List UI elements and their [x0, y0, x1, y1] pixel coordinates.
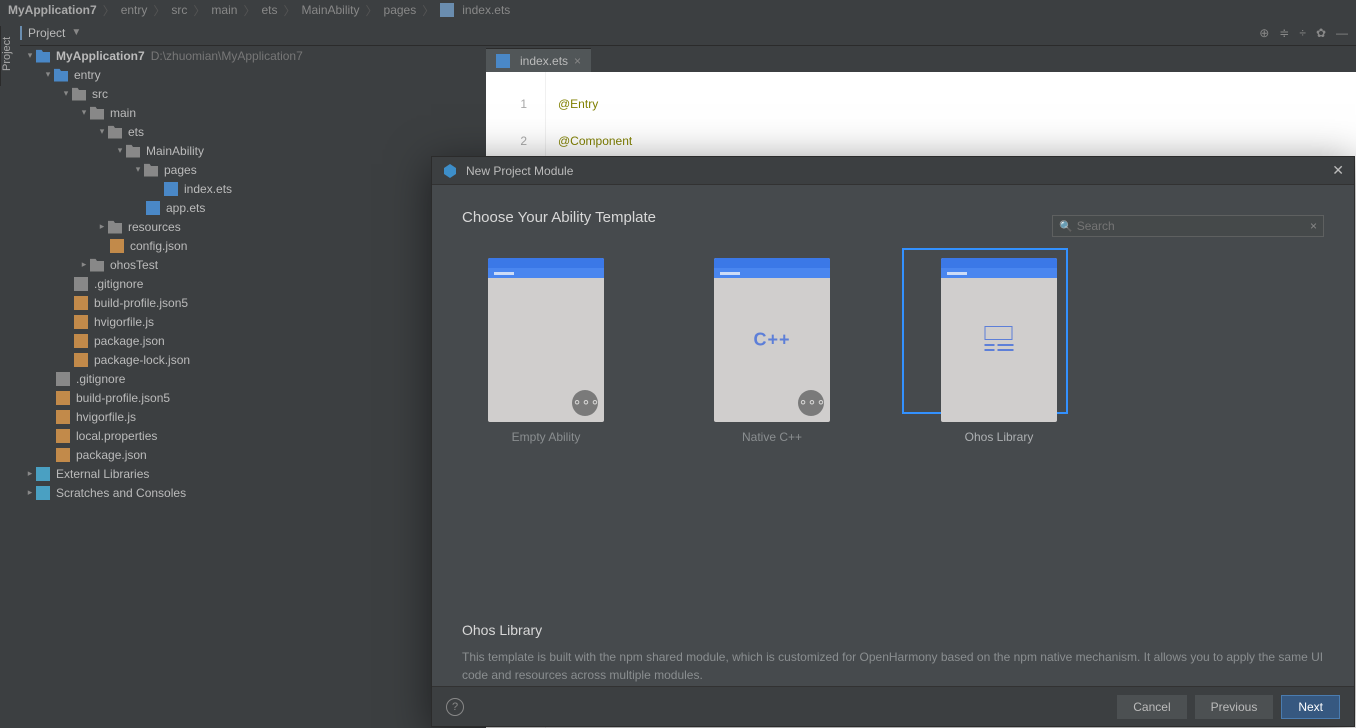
template-label: Empty Ability	[488, 430, 604, 444]
tree-item[interactable]: ▾ets	[20, 122, 486, 141]
description-title: Ohos Library	[462, 622, 1324, 638]
crumb[interactable]: main	[211, 3, 237, 17]
project-toolbar: Project ▼ ⊕ ≑ ÷ ✿ —	[0, 20, 1356, 46]
template-search[interactable]: 🔍 ×	[1052, 215, 1324, 237]
search-icon: 🔍	[1059, 220, 1073, 233]
tab-label: index.ets	[520, 54, 568, 68]
dialog-titlebar[interactable]: New Project Module ✕	[432, 157, 1354, 185]
tree-file[interactable]: app.ets	[20, 198, 486, 217]
tree-file[interactable]: index.ets	[20, 179, 486, 198]
tree-file[interactable]: package.json	[20, 445, 486, 464]
clear-icon[interactable]: ×	[1310, 219, 1317, 233]
hide-icon[interactable]: —	[1336, 26, 1348, 40]
crumb[interactable]: src	[171, 3, 187, 17]
breadcrumb: MyApplication7〉 entry〉 src〉 main〉 ets〉 M…	[0, 0, 1356, 20]
tree-file[interactable]: local.properties	[20, 426, 486, 445]
description-text: This template is built with the npm shar…	[462, 648, 1324, 684]
ability-badge-icon: ⚬⚬⚬	[572, 390, 598, 416]
tree-item[interactable]: ▾MainAbility	[20, 141, 486, 160]
ability-badge-icon: ⚬⚬⚬	[798, 390, 824, 416]
tree-item[interactable]: ▸ohosTest	[20, 255, 486, 274]
tree-file[interactable]: package.json	[20, 331, 486, 350]
crumb[interactable]: ets	[261, 3, 277, 17]
tree-root[interactable]: ▾MyApplication7D:\zhuomian\MyApplication…	[20, 46, 486, 65]
gear-icon[interactable]: ✿	[1316, 26, 1326, 40]
tree-file[interactable]: hvigorfile.js	[20, 407, 486, 426]
tree-item[interactable]: ▸resources	[20, 217, 486, 236]
project-tree[interactable]: ▾MyApplication7D:\zhuomian\MyApplication…	[20, 46, 486, 728]
previous-button[interactable]: Previous	[1195, 695, 1274, 719]
template-ohos-library[interactable]: Ohos Library	[916, 258, 1082, 444]
editor-tab-index[interactable]: index.ets ×	[486, 48, 591, 72]
dialog-footer: ? Cancel Previous Next	[432, 686, 1354, 726]
project-dropdown[interactable]: Project	[28, 26, 65, 40]
tree-item[interactable]: ▾main	[20, 103, 486, 122]
crumb[interactable]: entry	[121, 3, 148, 17]
tree-file[interactable]: .gitignore	[20, 369, 486, 388]
help-icon[interactable]: ?	[446, 698, 464, 716]
expand-icon[interactable]: ≑	[1279, 26, 1289, 40]
collapse-icon[interactable]: ÷	[1299, 26, 1306, 40]
tree-external[interactable]: ▸External Libraries	[20, 464, 486, 483]
project-tool-tab[interactable]: Project	[0, 26, 20, 86]
tree-item[interactable]: ▾entry	[20, 65, 486, 84]
new-module-dialog: New Project Module ✕ Choose Your Ability…	[431, 156, 1355, 727]
tree-scratches[interactable]: ▸Scratches and Consoles	[20, 483, 486, 502]
tree-file[interactable]: package-lock.json	[20, 350, 486, 369]
template-label: Ohos Library	[916, 430, 1082, 444]
template-native-cpp[interactable]: C++ ⚬⚬⚬ Native C++	[714, 258, 830, 444]
chevron-down-icon[interactable]: ▼	[71, 27, 81, 38]
cancel-button[interactable]: Cancel	[1117, 695, 1186, 719]
tree-file[interactable]: build-profile.json5	[20, 293, 486, 312]
crumb-file[interactable]: index.ets	[462, 3, 510, 17]
library-icon	[985, 326, 1014, 354]
close-icon[interactable]: ×	[574, 54, 581, 68]
editor-tabs: index.ets ×	[486, 46, 1356, 72]
dialog-title: New Project Module	[466, 164, 1332, 178]
search-input[interactable]	[1077, 219, 1310, 233]
crumb-root[interactable]: MyApplication7	[8, 3, 97, 17]
crumb[interactable]: MainAbility	[301, 3, 359, 17]
tree-file[interactable]: build-profile.json5	[20, 388, 486, 407]
template-empty-ability[interactable]: ⚬⚬⚬ Empty Ability	[488, 258, 604, 444]
cpp-icon: C++	[753, 330, 790, 351]
next-button[interactable]: Next	[1281, 695, 1340, 719]
target-icon[interactable]: ⊕	[1259, 26, 1269, 40]
file-icon	[440, 3, 454, 17]
tree-file[interactable]: .gitignore	[20, 274, 486, 293]
close-icon[interactable]: ✕	[1332, 162, 1344, 179]
template-label: Native C++	[714, 430, 830, 444]
app-icon	[442, 163, 458, 179]
tree-file[interactable]: hvigorfile.js	[20, 312, 486, 331]
tree-file[interactable]: config.json	[20, 236, 486, 255]
tree-item[interactable]: ▾src	[20, 84, 486, 103]
crumb[interactable]: pages	[384, 3, 417, 17]
file-icon	[496, 54, 510, 68]
tree-item[interactable]: ▾pages	[20, 160, 486, 179]
